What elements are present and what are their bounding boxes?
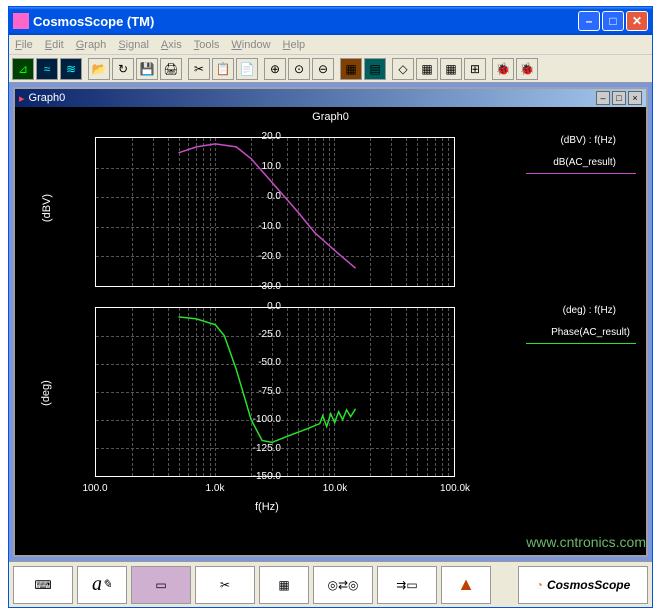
calculator-icon[interactable]: ▦ (259, 566, 309, 604)
brand-button[interactable]: ◔ CosmosScope (518, 566, 648, 604)
tool-wave1-icon[interactable]: ≈ (36, 58, 58, 80)
plot1-ylabel: (dBV) (41, 194, 53, 222)
menu-edit[interactable]: Edit (45, 39, 64, 51)
maximize-button[interactable]: □ (602, 11, 624, 31)
graph-window-title: Graph0 (29, 92, 66, 104)
graph-close-button[interactable]: × (628, 91, 642, 105)
plot2-legend-trace[interactable]: Phase(AC_result) (551, 327, 630, 338)
scope-selected-icon[interactable]: ▭ (131, 566, 191, 604)
menu-window[interactable]: Window (231, 39, 270, 51)
tool-copy-icon[interactable]: 📋 (212, 58, 234, 80)
titlebar[interactable]: CosmosScope (TM) – □ ✕ (9, 7, 652, 35)
tool-cut-icon[interactable]: ✂ (188, 58, 210, 80)
legend-color-phase (526, 343, 636, 344)
toolbar: ⊿ ≈ ≋ 📂 ↻ 💾 🖨 ✂ 📋 📄 ⊕ ⊙ ⊖ ▦ ▤ ◇ ▦ ▦ ⊞ 🐞 … (9, 55, 652, 83)
xtick: 100.0k (435, 483, 475, 494)
p2-ytick: -75.0 (241, 386, 281, 397)
graph-minimize-button[interactable]: – (596, 91, 610, 105)
tool-palette1-icon[interactable]: ▦ (340, 58, 362, 80)
tool-zoom-in-icon[interactable]: ⊕ (264, 58, 286, 80)
mdi-area: ▸ Graph0 – □ × Graph0 (dBV) (9, 83, 652, 561)
p1-ytick: -20.0 (241, 251, 281, 262)
graph-titlebar[interactable]: ▸ Graph0 – □ × (15, 89, 646, 107)
p1-ytick: -30.0 (241, 281, 281, 292)
p1-ytick: 20.0 (241, 131, 281, 142)
plot1-legend-title: (dBV) : f(Hz) (560, 135, 616, 146)
plot2-ylabel: (deg) (40, 380, 52, 406)
plot1[interactable] (95, 137, 455, 287)
tool-zoom-fit-icon[interactable]: ⊙ (288, 58, 310, 80)
tool-save-icon[interactable]: 💾 (136, 58, 158, 80)
brand-label: CosmosScope (547, 578, 630, 592)
flow-icon[interactable]: ⇉▭ (377, 566, 437, 604)
cut-tool-icon[interactable]: ✂ (195, 566, 255, 604)
menu-axis[interactable]: Axis (161, 39, 182, 51)
app-window: CosmosScope (TM) – □ ✕ File Edit Graph S… (8, 6, 653, 608)
close-button[interactable]: ✕ (626, 11, 648, 31)
p2-ytick: 0.0 (241, 301, 281, 312)
p1-ytick: -10.0 (241, 221, 281, 232)
tool-wave2-icon[interactable]: ≋ (60, 58, 82, 80)
tool-bug1-icon[interactable]: 🐞 (492, 58, 514, 80)
graph-canvas[interactable]: Graph0 (dBV) 20.0 10.0 0.0 -10.0 - (15, 107, 646, 555)
xlabel: f(Hz) (255, 501, 279, 513)
window-title: CosmosScope (TM) (33, 14, 578, 29)
keyboard-icon[interactable]: ⌨ (13, 566, 73, 604)
p2-ytick: -150.0 (241, 471, 281, 482)
menu-graph[interactable]: Graph (76, 39, 107, 51)
xtick: 1.0k (195, 483, 235, 494)
p2-ytick: -125.0 (241, 443, 281, 454)
tool-scope-icon[interactable]: ⊿ (12, 58, 34, 80)
tool-paste-icon[interactable]: 📄 (236, 58, 258, 80)
graph-title: Graph0 (312, 111, 349, 123)
legend-color-db (526, 173, 636, 174)
watermark: www.cntronics.com (526, 534, 646, 550)
tool-reload-icon[interactable]: ↻ (112, 58, 134, 80)
p2-ytick: -100.0 (241, 414, 281, 425)
tool-open-icon[interactable]: 📂 (88, 58, 110, 80)
menu-signal[interactable]: Signal (118, 39, 149, 51)
bottom-toolbar: ⌨ a✎ ▭ ✂ ▦ ◎⇄◎ ⇉▭ ▲ ◔ CosmosScope (9, 561, 652, 607)
tool-grid1-icon[interactable]: ▦ (416, 58, 438, 80)
tool-bug2-icon[interactable]: 🐞 (516, 58, 538, 80)
graph-window-icon: ▸ (19, 92, 25, 105)
xtick: 10.0k (315, 483, 355, 494)
p1-ytick: 10.0 (241, 161, 281, 172)
plot1-legend-trace[interactable]: dB(AC_result) (553, 157, 616, 168)
tool-grid2-icon[interactable]: ▦ (440, 58, 462, 80)
plot2-legend-title: (deg) : f(Hz) (563, 305, 616, 316)
tool-axes-icon[interactable]: ⊞ (464, 58, 486, 80)
p2-ytick: -50.0 (241, 357, 281, 368)
annotate-icon[interactable]: a✎ (77, 566, 127, 604)
p1-ytick: 0.0 (241, 191, 281, 202)
minimize-button[interactable]: – (578, 11, 600, 31)
menu-file[interactable]: File (15, 39, 33, 51)
graph-window: ▸ Graph0 – □ × Graph0 (dBV) (13, 87, 648, 557)
tool-print-icon[interactable]: 🖨 (160, 58, 182, 80)
reels-icon[interactable]: ◎⇄◎ (313, 566, 373, 604)
xtick: 100.0 (75, 483, 115, 494)
menu-help[interactable]: Help (283, 39, 306, 51)
brand-logo-icon: ◔ (536, 578, 543, 592)
tool-palette2-icon[interactable]: ▤ (364, 58, 386, 80)
matlab-icon[interactable]: ▲ (441, 566, 491, 604)
app-icon (13, 13, 29, 29)
graph-maximize-button[interactable]: □ (612, 91, 626, 105)
menubar: File Edit Graph Signal Axis Tools Window… (9, 35, 652, 55)
tool-erase-icon[interactable]: ◇ (392, 58, 414, 80)
menu-tools[interactable]: Tools (194, 39, 220, 51)
p2-ytick: -25.0 (241, 329, 281, 340)
tool-zoom-out-icon[interactable]: ⊖ (312, 58, 334, 80)
